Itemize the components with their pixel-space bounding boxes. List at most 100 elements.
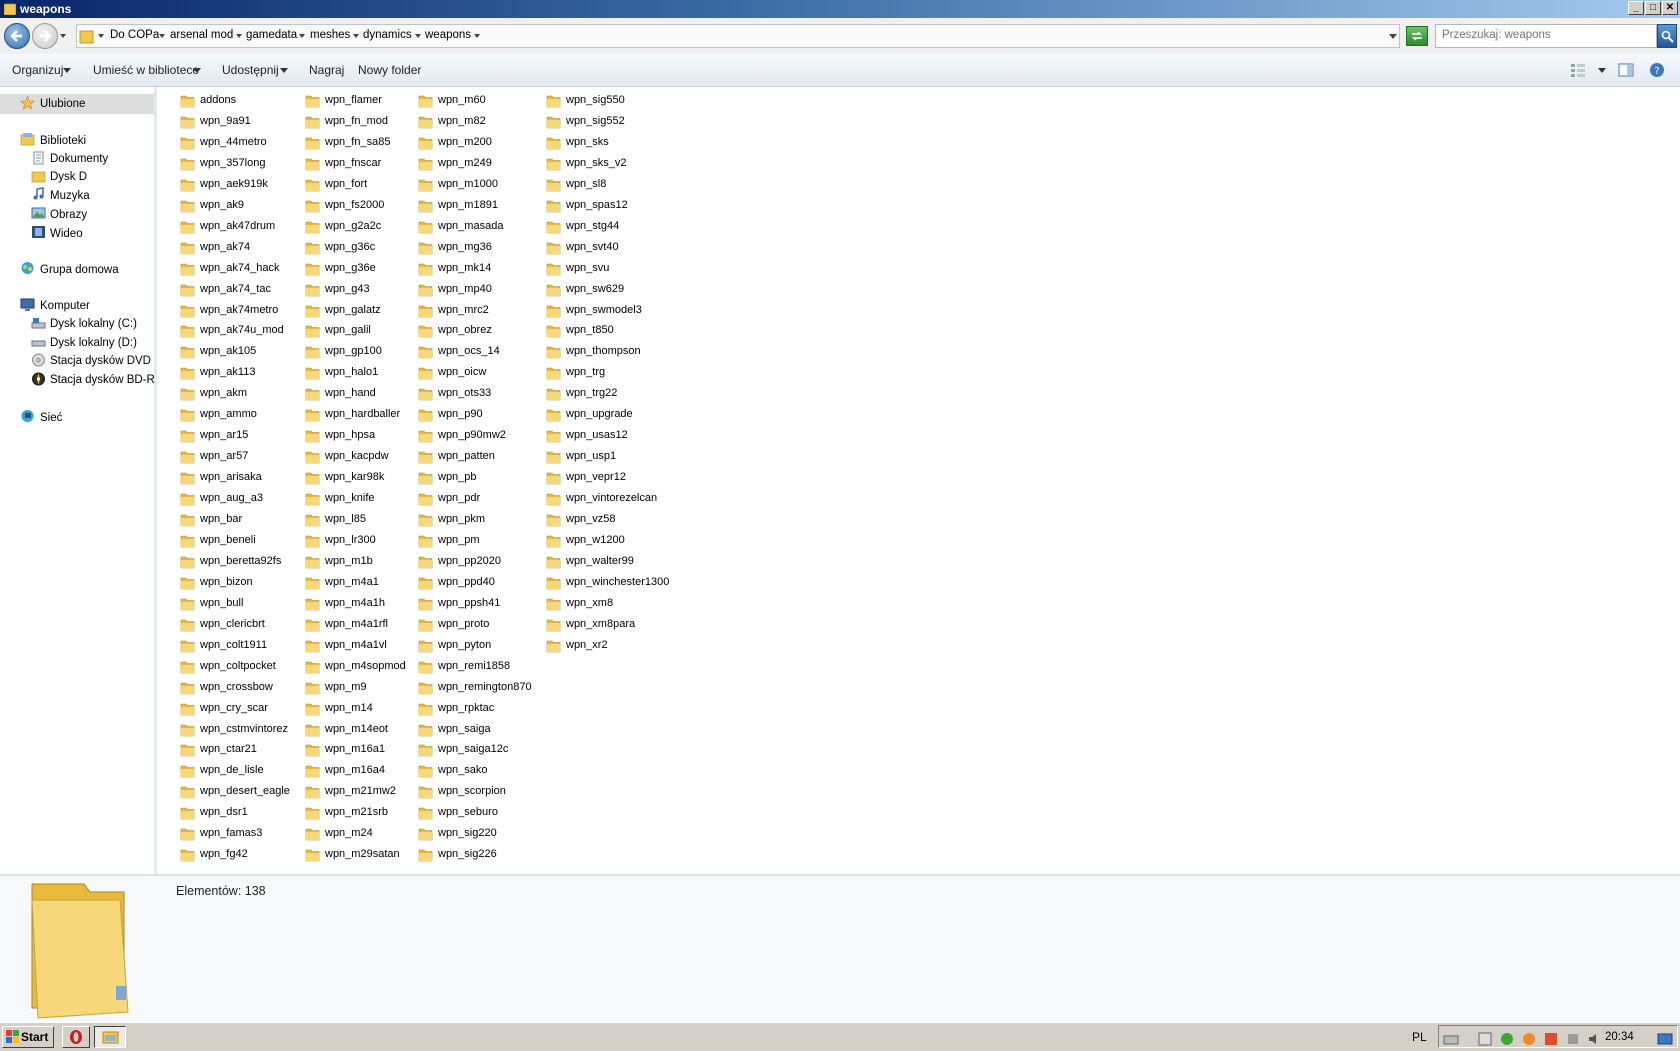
folder-name: wpn_t850 (566, 324, 614, 337)
folder-name: wpn_m21srb (325, 806, 388, 819)
folder-name: wpn_m14 (325, 701, 373, 714)
folder-name: wpn_beneli (200, 533, 256, 546)
folder-icon (418, 640, 433, 652)
breadcrumb-separator[interactable] (299, 34, 305, 38)
include-in-library-menu[interactable]: Umieść w bibliotece (93, 63, 199, 77)
nav-dvd-drive[interactable]: Stacja dysków DVD RW (50, 355, 154, 367)
folder-icon (418, 472, 433, 485)
folder-icon (305, 263, 320, 275)
folder-icon (180, 745, 195, 757)
nav-local-disk-d[interactable]: Dysk lokalny (D:) (50, 337, 137, 349)
tray-app-icon[interactable] (1477, 1031, 1493, 1047)
folder-icon (546, 430, 561, 443)
folder-name: wpn_mrc2 (438, 303, 489, 316)
search-box[interactable] (1435, 24, 1657, 48)
organize-menu[interactable]: Organizuj (12, 63, 63, 77)
video-icon (32, 226, 45, 238)
forward-button[interactable] (32, 23, 58, 49)
folder-icon (180, 388, 195, 401)
folder-icon (305, 347, 320, 359)
folder-icon (305, 95, 320, 108)
burn-button[interactable]: Nagraj (309, 63, 344, 77)
folder-icon (305, 158, 320, 171)
view-dropdown[interactable] (1598, 68, 1606, 73)
folder-icon (180, 263, 195, 275)
breadcrumb-root-dropdown[interactable] (98, 34, 104, 38)
nav-homegroup[interactable]: Grupa domowa (40, 264, 119, 276)
folder-name: wpn_pm (438, 533, 480, 546)
breadcrumb-separator[interactable] (353, 34, 359, 38)
preview-pane-icon[interactable] (1618, 62, 1634, 78)
taskbar-opera-button[interactable] (62, 1026, 90, 1048)
tray-device-icon[interactable] (1565, 1031, 1581, 1047)
folder-icon (305, 388, 320, 401)
taskbar-explorer-button[interactable] (94, 1026, 126, 1048)
breadcrumb-item[interactable]: gamedata (246, 29, 297, 41)
nav-libraries[interactable]: Biblioteki (40, 135, 86, 147)
address-history-dropdown[interactable] (1389, 34, 1397, 39)
folder-icon (180, 158, 195, 171)
nav-disk-d[interactable]: Dysk D (50, 171, 87, 183)
folder-icon (418, 493, 433, 506)
address-bar-area: Do COPa arsenal mod gamedata meshes dyna… (0, 18, 1680, 55)
nav-local-disk-c[interactable]: Dysk lokalny (C:) (50, 318, 137, 330)
start-label: Start (21, 1030, 49, 1044)
help-icon[interactable]: ? (1649, 62, 1665, 78)
close-button[interactable]: ✕ (1662, 1, 1678, 15)
clock[interactable]: 20:34 (1605, 1031, 1634, 1043)
network-status-icon[interactable] (1499, 1031, 1515, 1047)
back-button[interactable] (4, 23, 30, 49)
start-button[interactable]: Start (2, 1026, 54, 1048)
breadcrumb-separator[interactable] (474, 34, 480, 38)
folder-icon (180, 95, 195, 108)
language-indicator[interactable]: PL (1412, 1030, 1427, 1044)
breadcrumb-current[interactable]: weapons (425, 29, 471, 41)
search-input[interactable] (1442, 29, 1632, 41)
nav-documents[interactable]: Dokumenty (50, 153, 108, 165)
folder-icon (305, 514, 320, 527)
folder-icon (305, 326, 320, 338)
nav-video[interactable]: Wideo (50, 228, 83, 240)
recent-pages-dropdown[interactable] (60, 34, 66, 38)
search-button[interactable] (1657, 24, 1677, 48)
address-box[interactable]: Do COPa arsenal mod gamedata meshes dyna… (76, 24, 1400, 48)
breadcrumb-item[interactable]: meshes (310, 29, 350, 41)
maximize-button[interactable]: □ (1645, 1, 1661, 15)
tray-security-icon[interactable] (1543, 1031, 1559, 1047)
breadcrumb-item[interactable]: Do COPa (110, 29, 159, 41)
show-desktop-icon[interactable] (1657, 1031, 1673, 1047)
share-menu[interactable]: Udostępnij (222, 63, 279, 77)
refresh-button[interactable] (1406, 26, 1428, 46)
breadcrumb-separator[interactable] (236, 34, 242, 38)
view-options-icon[interactable] (1570, 62, 1586, 78)
nav-pictures[interactable]: Obrazy (50, 209, 87, 221)
pictures-icon (31, 207, 46, 219)
folder-icon (418, 598, 433, 611)
breadcrumb-separator[interactable] (415, 34, 421, 38)
nav-music[interactable]: Muzyka (50, 190, 90, 202)
volume-icon[interactable] (1587, 1031, 1603, 1047)
breadcrumb-separator[interactable] (159, 34, 165, 38)
folder-name: wpn_sl8 (566, 177, 607, 190)
folder-name: wpn_ppsh41 (438, 596, 501, 609)
nav-computer[interactable]: Komputer (40, 300, 90, 312)
folder-name: wpn_sig220 (438, 827, 497, 840)
nav-favorites[interactable]: Ulubione (40, 98, 85, 110)
breadcrumb-item[interactable]: arsenal mod (170, 29, 233, 41)
breadcrumb-item[interactable]: dynamics (363, 29, 412, 41)
nav-bd-drive[interactable]: Stacja dysków BD-ROM (50, 374, 154, 386)
folder-icon (180, 242, 195, 254)
folder-name: wpn_ak74_tac (200, 282, 271, 295)
folder-icon (546, 95, 561, 108)
folder-name: wpn_stg44 (566, 219, 620, 232)
minimize-button[interactable]: _ (1628, 1, 1644, 15)
folder-name: wpn_famas3 (200, 827, 263, 840)
new-folder-button[interactable]: Nowy folder (358, 63, 421, 77)
nav-network[interactable]: Sieć (40, 412, 62, 424)
folder-name: wpn_ak113 (200, 366, 256, 379)
folder-name: wpn_cry_scar (200, 701, 268, 714)
network-icon (21, 410, 34, 422)
keyboard-icon[interactable] (1443, 1031, 1459, 1047)
star-icon (20, 96, 35, 110)
tray-orange-icon[interactable] (1521, 1031, 1537, 1047)
